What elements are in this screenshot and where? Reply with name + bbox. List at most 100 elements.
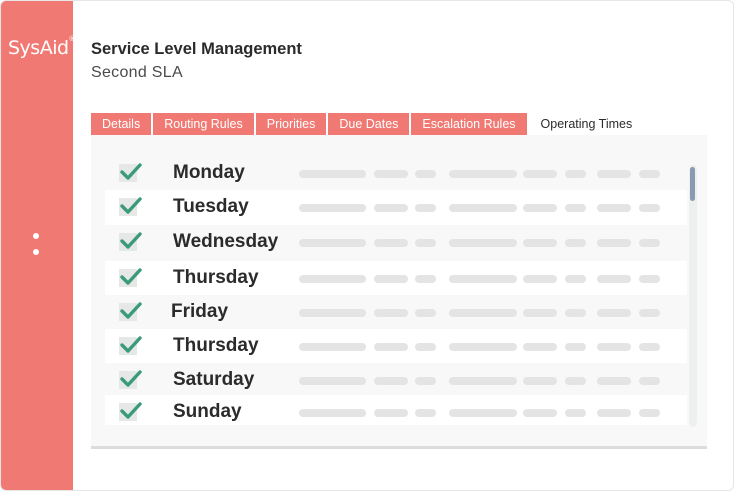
checkmark-icon	[120, 163, 142, 180]
time-slot-placeholder	[299, 204, 366, 212]
registered-mark-icon: ®	[68, 35, 76, 43]
time-slot-placeholder	[597, 170, 631, 178]
time-slot-placeholder	[449, 343, 517, 351]
tab-details[interactable]: Details	[91, 113, 152, 135]
time-slot-placeholder	[523, 377, 557, 385]
checkmark-icon	[120, 232, 142, 249]
time-slot-placeholder	[639, 309, 660, 317]
time-slot-placeholder	[565, 204, 586, 212]
day-checkbox[interactable]	[119, 232, 142, 251]
time-slot-placeholder	[374, 170, 408, 178]
tab-escalation-rules[interactable]: Escalation Rules	[411, 113, 527, 135]
day-checkbox[interactable]	[119, 402, 142, 421]
time-slot-placeholder	[597, 377, 631, 385]
scroll-thumb[interactable]	[690, 167, 695, 201]
time-slot-placeholder	[639, 343, 660, 351]
time-slot-placeholder	[299, 239, 366, 247]
checkmark-icon	[120, 336, 142, 353]
time-slot-placeholder	[597, 204, 631, 212]
time-slot-placeholder	[415, 409, 436, 417]
day-row: Monday	[105, 156, 687, 190]
time-slot-placeholder	[374, 409, 408, 417]
time-slot-placeholder	[565, 377, 586, 385]
day-checkbox[interactable]	[119, 197, 142, 216]
time-slot-placeholder	[374, 204, 408, 212]
day-checkbox[interactable]	[119, 336, 142, 355]
day-row: Saturday	[105, 363, 687, 395]
time-slot-placeholder	[597, 409, 631, 417]
checkmark-icon	[120, 402, 142, 419]
scroll-track[interactable]	[689, 165, 697, 427]
time-slot-placeholder	[299, 409, 366, 417]
time-slot-placeholder	[415, 377, 436, 385]
day-checkbox[interactable]	[119, 268, 142, 287]
time-slot-placeholder	[639, 170, 660, 178]
time-slot-placeholder	[639, 239, 660, 247]
more-menu-icon[interactable]	[33, 233, 41, 265]
dot	[33, 233, 39, 239]
days-list: Monday Tuesday Wednesday Thursday Friday Thur…	[105, 156, 687, 425]
day-label: Saturday	[173, 369, 255, 390]
day-row: Wednesday	[105, 225, 687, 261]
time-slot-placeholder	[565, 275, 586, 283]
time-slot-placeholder	[374, 309, 408, 317]
time-slot-placeholder	[523, 275, 557, 283]
day-label: Tuesday	[173, 196, 249, 217]
time-slot-placeholder	[565, 309, 586, 317]
day-row: Thursday	[105, 329, 687, 363]
time-slot-placeholder	[415, 343, 436, 351]
day-row: Tuesday	[105, 190, 687, 225]
day-row: Sunday	[105, 395, 687, 425]
sysaid-logo[interactable]: SysAid®	[8, 35, 76, 59]
day-checkbox[interactable]	[119, 163, 142, 182]
time-slot-placeholder	[415, 239, 436, 247]
time-slot-placeholder	[299, 377, 366, 385]
dot	[33, 249, 39, 255]
time-slot-placeholder	[374, 239, 408, 247]
page-title: Service Level Management	[91, 40, 302, 58]
time-slot-placeholder	[299, 343, 366, 351]
time-slot-placeholder	[597, 309, 631, 317]
time-slot-placeholder	[374, 343, 408, 351]
tab-routing-rules[interactable]: Routing Rules	[153, 113, 254, 135]
time-slot-placeholder	[565, 409, 586, 417]
sidebar: SysAid®	[1, 1, 76, 490]
time-slot-placeholder	[597, 275, 631, 283]
time-slot-placeholder	[523, 409, 557, 417]
tab-priorities[interactable]: Priorities	[255, 113, 327, 135]
vertical-scrollbar[interactable]	[689, 165, 697, 427]
checkmark-icon	[120, 302, 142, 319]
day-label: Friday	[171, 301, 229, 322]
day-row: Friday	[105, 295, 687, 329]
day-checkbox[interactable]	[119, 302, 142, 321]
tab-due-dates[interactable]: Due Dates	[328, 113, 410, 135]
tab-operating-times[interactable]: Operating Times	[529, 113, 645, 135]
time-slot-placeholder	[597, 239, 631, 247]
time-slot-placeholder	[639, 275, 660, 283]
time-slot-placeholder	[449, 377, 517, 385]
time-slot-placeholder	[523, 239, 557, 247]
time-slot-placeholder	[449, 239, 517, 247]
time-slot-placeholder	[523, 170, 557, 178]
checkmark-icon	[120, 370, 142, 387]
time-slot-placeholder	[449, 275, 517, 283]
time-slot-placeholder	[449, 409, 517, 417]
time-slot-placeholder	[415, 309, 436, 317]
time-slot-placeholder	[565, 170, 586, 178]
app-window: SysAid® Service Level Management Second …	[0, 0, 734, 491]
time-slot-placeholder	[565, 343, 586, 351]
time-slot-placeholder	[374, 275, 408, 283]
day-row: Thursday	[105, 261, 687, 295]
time-slot-placeholder	[449, 204, 517, 212]
time-slot-placeholder	[523, 343, 557, 351]
time-slot-placeholder	[597, 343, 631, 351]
time-slot-placeholder	[415, 275, 436, 283]
day-label: Sunday	[173, 401, 242, 422]
day-checkbox[interactable]	[119, 370, 142, 389]
page-subtitle: Second SLA	[91, 64, 183, 81]
time-slot-placeholder	[639, 377, 660, 385]
time-slot-placeholder	[449, 170, 517, 178]
time-slot-placeholder	[374, 377, 408, 385]
time-slot-placeholder	[639, 204, 660, 212]
time-slot-placeholder	[299, 170, 366, 178]
